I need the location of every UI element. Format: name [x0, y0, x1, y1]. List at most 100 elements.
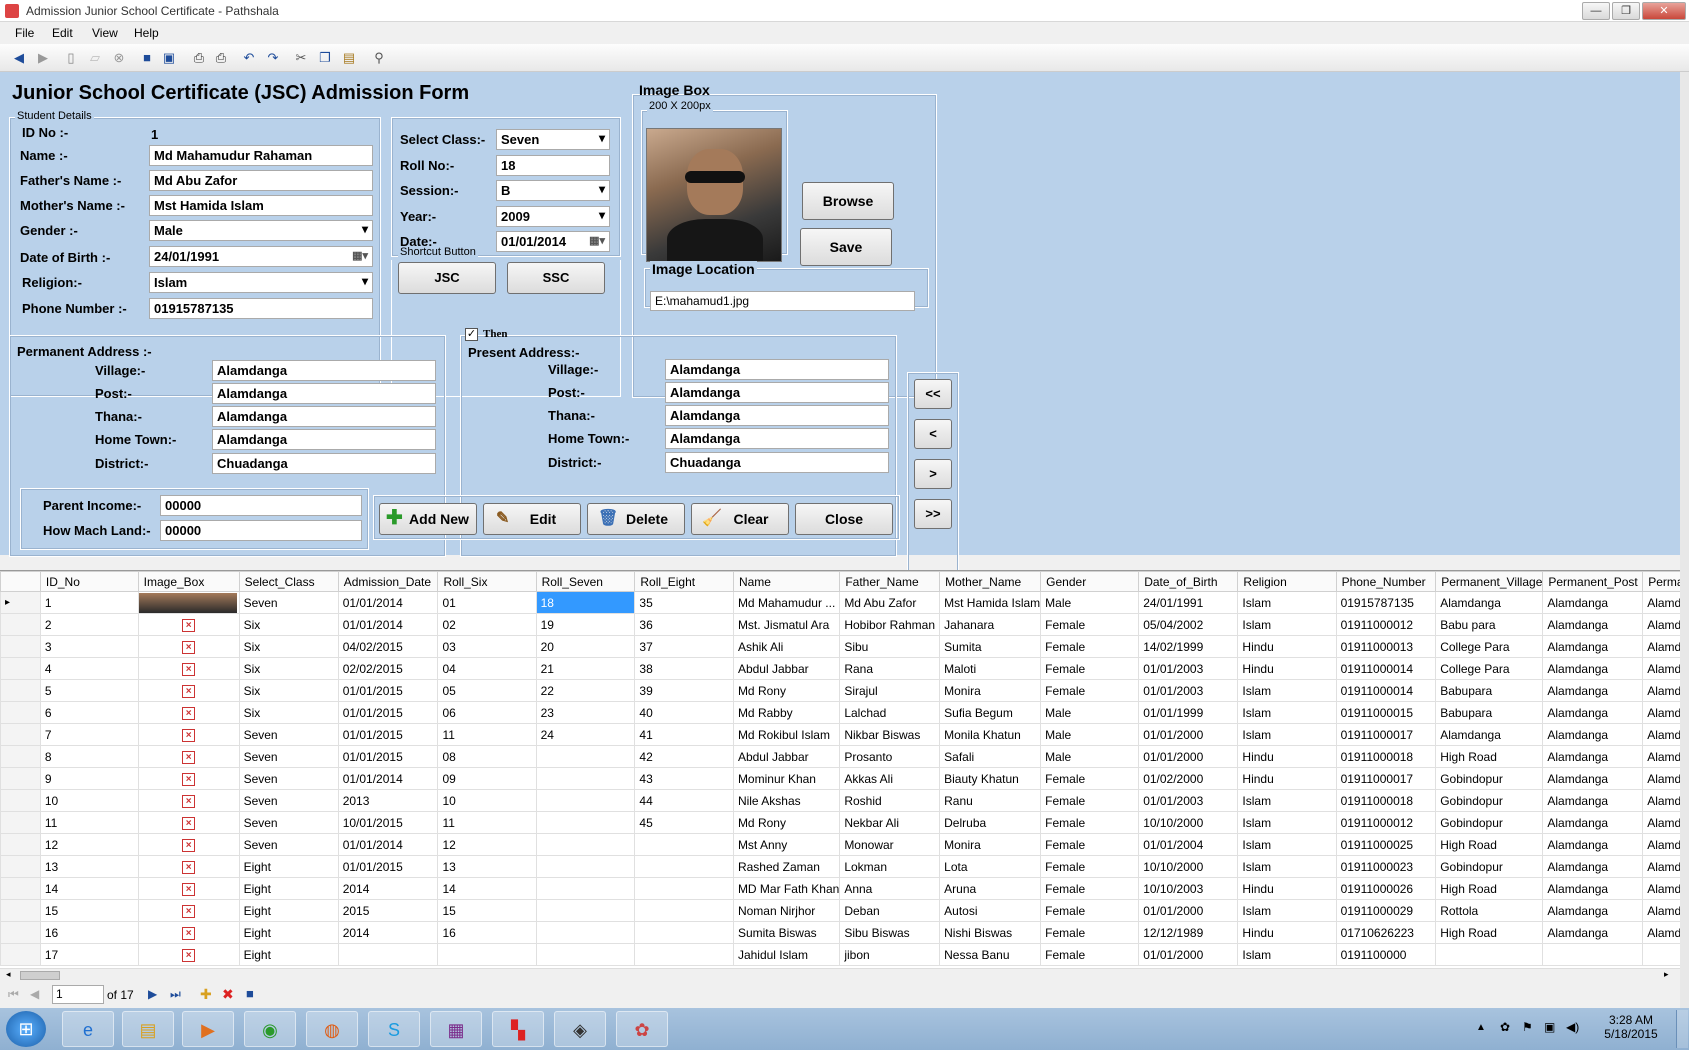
table-cell[interactable]: Seven [238, 811, 339, 834]
table-cell[interactable]: Aruna [939, 877, 1042, 900]
mother-name-field[interactable]: Mst Hamida Islam [149, 195, 373, 216]
table-cell[interactable]: 01/01/2015 [337, 745, 439, 768]
table-cell[interactable]: 01911000017 [1335, 723, 1437, 746]
table-cell[interactable]: Hindu [1237, 877, 1337, 900]
table-cell[interactable] [535, 811, 636, 834]
table-cell[interactable]: 10 [437, 789, 537, 812]
column-header[interactable]: Roll_Eight [634, 571, 734, 592]
land-field[interactable]: 00000 [160, 520, 362, 541]
table-cell[interactable]: 37 [634, 635, 734, 658]
table-cell[interactable]: × [137, 943, 240, 966]
table-cell[interactable]: Female [1040, 679, 1140, 702]
table-cell[interactable]: Nikbar Biswas [839, 723, 941, 746]
row-header[interactable] [0, 899, 41, 922]
table-cell[interactable]: 9 [39, 767, 139, 790]
table-cell[interactable]: Islam [1237, 723, 1337, 746]
move-first-icon[interactable]: ⏮ [8, 987, 19, 1002]
pres-post-field[interactable]: Alamdanga [665, 382, 889, 403]
table-cell[interactable]: 44 [634, 789, 734, 812]
table-cell[interactable]: 36 [634, 613, 734, 636]
table-cell[interactable]: Rottola [1435, 899, 1544, 922]
table-cell[interactable]: 3 [39, 635, 139, 658]
table-cell[interactable]: 01911000023 [1335, 855, 1437, 878]
table-cell[interactable]: Islam [1237, 679, 1337, 702]
table-cell[interactable]: 12 [39, 833, 139, 856]
table-cell[interactable]: Male [1040, 723, 1140, 746]
table-cell[interactable]: Safali [939, 745, 1042, 768]
table-cell[interactable]: 01/01/2015 [337, 701, 439, 724]
clock[interactable]: 3:28 AM 5/18/2015 [1596, 1013, 1666, 1041]
table-row[interactable]: 4 × Six 02/02/2015 04 21 38 Abdul Jabbar Rana Mal… [0, 657, 1689, 680]
table-cell[interactable]: Hindu [1237, 745, 1337, 768]
perm-post-field[interactable]: Alamdanga [212, 383, 436, 404]
table-cell[interactable]: High Road [1435, 833, 1544, 856]
table-cell[interactable]: 03 [437, 635, 537, 658]
table-cell[interactable]: 08 [437, 745, 537, 768]
table-cell[interactable]: Gobindopur [1435, 855, 1544, 878]
table-cell[interactable]: × [137, 811, 240, 834]
row-header[interactable] [0, 943, 41, 966]
table-cell[interactable] [535, 855, 636, 878]
table-row[interactable]: 6 × Six 01/01/2015 06 23 40 Md Rabby Lalchad Sufi… [0, 701, 1689, 724]
first-record-button[interactable]: << [914, 379, 952, 409]
table-cell[interactable]: 05/04/2002 [1138, 613, 1239, 636]
table-cell[interactable]: Nishi Biswas [939, 921, 1042, 944]
table-cell[interactable]: Alamdanga [1435, 591, 1544, 614]
delete-record-icon[interactable]: ✖ [222, 986, 234, 1003]
table-cell[interactable]: 23 [535, 701, 636, 724]
table-cell[interactable]: 01911000015 [1335, 701, 1437, 724]
row-header[interactable] [0, 745, 41, 768]
scroll-right-icon[interactable]: ▸ [1664, 969, 1669, 980]
table-cell[interactable]: Alamdanga [1542, 657, 1644, 680]
add-record-icon[interactable]: ✚ [200, 986, 212, 1003]
table-cell[interactable]: 40 [634, 701, 734, 724]
table-cell[interactable] [1542, 943, 1644, 966]
minimize-button[interactable]: — [1582, 2, 1610, 20]
add-new-button[interactable]: ✚ Add New [379, 503, 477, 535]
table-cell[interactable]: 01/01/2014 [337, 613, 439, 636]
table-cell[interactable]: × [137, 679, 240, 702]
table-cell[interactable]: × [137, 613, 240, 636]
table-cell[interactable]: Female [1040, 767, 1140, 790]
table-cell[interactable]: 01911000017 [1335, 767, 1437, 790]
table-cell[interactable]: 15 [437, 899, 537, 922]
table-cell[interactable]: Biauty Khatun [939, 767, 1042, 790]
table-cell[interactable] [634, 943, 734, 966]
table-cell[interactable]: Six [238, 701, 339, 724]
table-cell[interactable] [137, 591, 240, 614]
table-cell[interactable]: Alamdanga [1542, 767, 1644, 790]
table-cell[interactable]: 01911000018 [1335, 789, 1437, 812]
pres-village-field[interactable]: Alamdanga [665, 359, 889, 380]
table-cell[interactable]: 01/01/2003 [1138, 657, 1239, 680]
perm-village-field[interactable]: Alamdanga [212, 360, 436, 381]
table-cell[interactable]: 01/01/2003 [1138, 789, 1239, 812]
copy-icon[interactable]: ❐ [316, 49, 334, 67]
pres-district-field[interactable]: Chuadanga [665, 452, 889, 473]
table-cell[interactable]: 20 [535, 635, 636, 658]
column-header[interactable]: Admission_Date [337, 571, 439, 592]
roll-field[interactable]: 18 [496, 155, 610, 176]
table-cell[interactable]: Nekbar Ali [839, 811, 941, 834]
table-cell[interactable]: Eight [238, 921, 339, 944]
column-header[interactable]: Name [732, 571, 841, 592]
table-cell[interactable]: Delruba [939, 811, 1042, 834]
table-cell[interactable]: 02/02/2015 [337, 657, 439, 680]
paste-icon[interactable]: ▤ [340, 49, 358, 67]
table-cell[interactable]: 18 [535, 591, 636, 614]
table-cell[interactable]: 2014 [337, 921, 439, 944]
open-icon[interactable]: ▱ [86, 49, 104, 67]
table-cell[interactable]: Islam [1237, 899, 1337, 922]
table-cell[interactable]: 43 [634, 767, 734, 790]
table-cell[interactable]: 09 [437, 767, 537, 790]
table-cell[interactable] [535, 767, 636, 790]
table-cell[interactable]: × [137, 855, 240, 878]
scroll-thumb[interactable] [20, 971, 60, 980]
table-cell[interactable]: Six [238, 679, 339, 702]
table-cell[interactable]: Alamdanga [1542, 613, 1644, 636]
chrome-icon[interactable]: ◉ [244, 1011, 296, 1047]
table-cell[interactable]: Alamdanga [1542, 723, 1644, 746]
table-cell[interactable]: Sumita [939, 635, 1042, 658]
table-cell[interactable]: 01/01/2015 [337, 723, 439, 746]
table-cell[interactable]: × [137, 657, 240, 680]
winrar-icon[interactable]: ▦ [430, 1011, 482, 1047]
